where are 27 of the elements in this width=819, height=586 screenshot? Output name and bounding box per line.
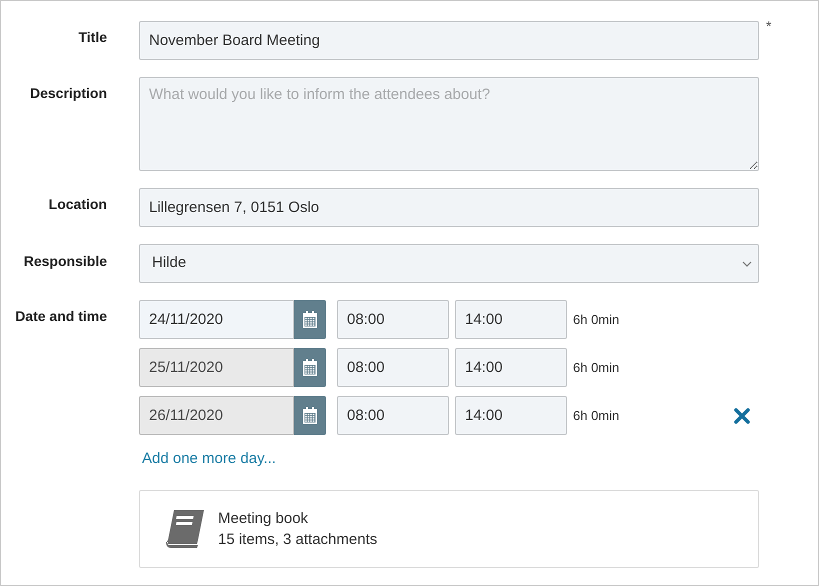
calendar-button[interactable] <box>294 396 326 435</box>
field-label: Date and time <box>15 307 107 326</box>
calendar-icon <box>302 311 318 328</box>
meeting-book-card[interactable]: Meeting book 15 items, 3 attachments <box>139 490 759 568</box>
meeting-book-summary: 15 items, 3 attachments <box>218 530 378 550</box>
duration-text: 6h 0min <box>573 310 620 329</box>
field-label: Responsible <box>24 252 107 271</box>
required-mark: * <box>766 19 772 33</box>
calendar-icon <box>302 407 318 424</box>
calendar-icon <box>302 359 318 376</box>
meeting-book-title: Meeting book <box>218 508 310 528</box>
duration-text: 6h 0min <box>573 358 620 377</box>
book-icon <box>164 508 206 548</box>
add-day-link[interactable]: Add one more day... <box>142 448 759 470</box>
field-label: Title <box>78 28 107 47</box>
calendar-button[interactable] <box>294 300 326 339</box>
field-label: Description <box>30 84 107 103</box>
responsible-dropdown[interactable]: Hilde <box>139 244 759 283</box>
field-label: Location <box>48 195 107 214</box>
text-field[interactable]: Lillegrensen 7, 0151 Oslo <box>139 188 759 227</box>
description-field[interactable]: What would you like to inform the attendees about? <box>139 77 759 171</box>
date-field[interactable]: 24/11/2020 <box>139 300 294 339</box>
end-time-field[interactable]: 14:00 <box>455 300 567 339</box>
text-field[interactable]: November Board Meeting <box>139 21 759 60</box>
chevron-down-icon <box>742 260 752 266</box>
duration-text: 6h 0min <box>573 406 620 425</box>
start-time-field[interactable]: 08:00 <box>337 300 449 339</box>
